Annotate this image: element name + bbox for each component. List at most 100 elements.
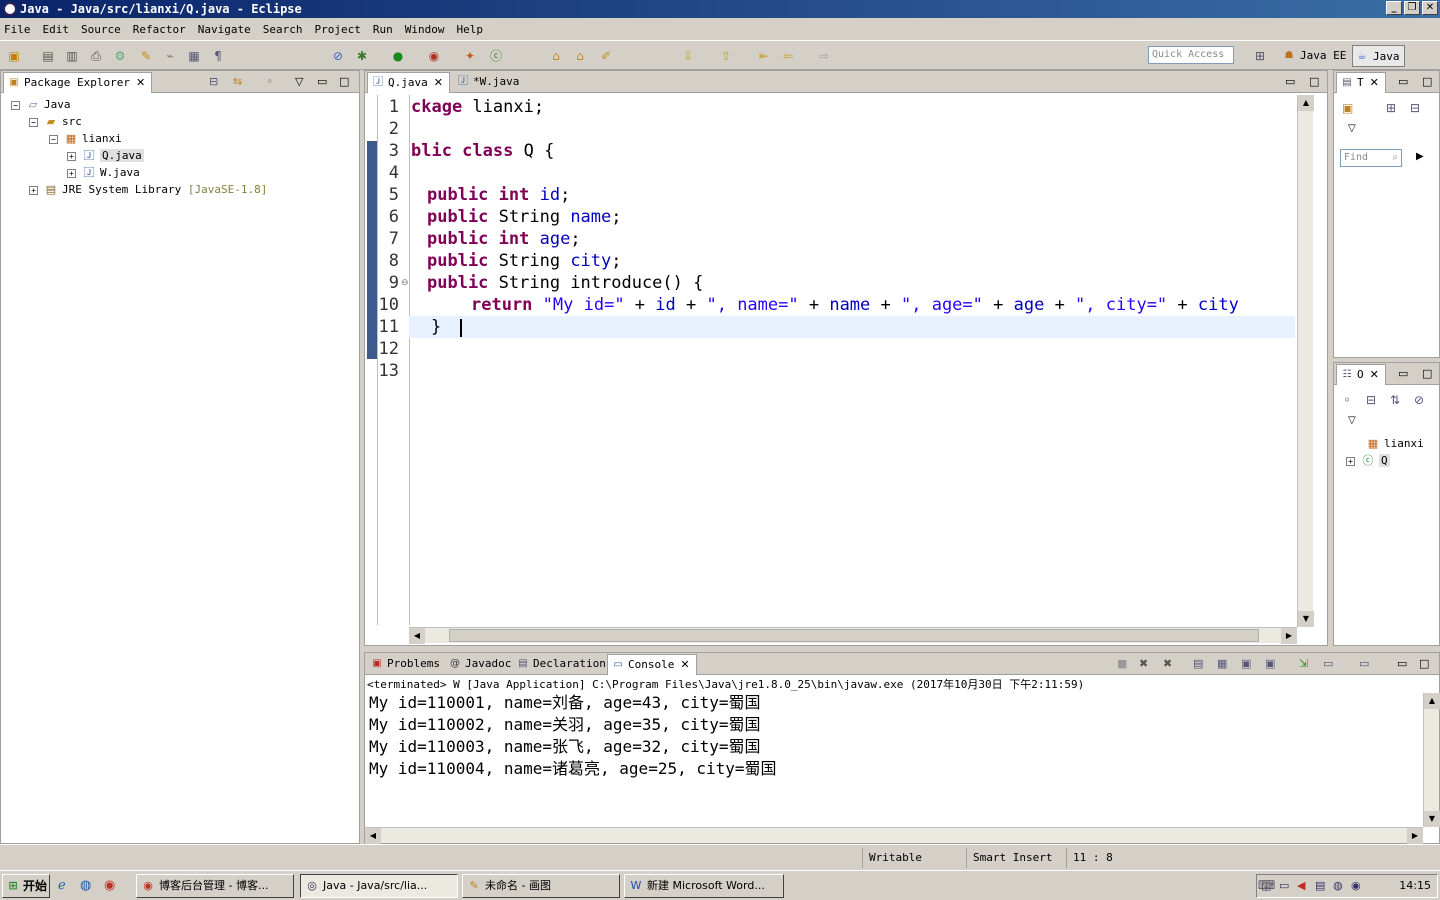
tab-console[interactable]: ▭ Console ✕ [607, 654, 697, 675]
toggle-breadcrumb-icon[interactable]: ⌁ [162, 48, 178, 64]
new-class-icon[interactable]: ⓒ [488, 48, 504, 64]
volume-icon[interactable]: ◀ [1297, 879, 1305, 892]
menu-source[interactable]: Source [81, 23, 121, 36]
show-on-error-icon[interactable]: ▣ [1265, 657, 1275, 670]
collapse-all-icon[interactable]: ⊟ [1366, 393, 1376, 407]
hide-fields-icon[interactable]: ⊘ [1414, 393, 1424, 407]
perspective-java[interactable]: ☕ Java [1352, 45, 1405, 67]
console-horizontal-scrollbar[interactable]: ◀ ▶ [365, 827, 1423, 844]
categorized-icon[interactable]: ⊞ [1386, 101, 1396, 115]
print-icon[interactable]: ⎙ [88, 48, 104, 64]
device-icon[interactable]: ▤ [1315, 879, 1325, 892]
editor-horizontal-scrollbar[interactable]: ◀ ▶ [409, 627, 1297, 644]
menu-navigate[interactable]: Navigate [198, 23, 251, 36]
menu-search[interactable]: Search [263, 23, 303, 36]
tree-item-java[interactable]: − ▱ Java [11, 96, 71, 113]
new-icon[interactable]: ▣ [6, 48, 22, 64]
tab-problems[interactable]: ▣ Problems [367, 654, 446, 675]
back-icon[interactable]: ⇦ [780, 48, 796, 64]
maximize-view-icon[interactable]: □ [339, 75, 349, 88]
tab-q-java[interactable]: 🄹 Q.java ✕ [367, 72, 450, 93]
minimize-view-icon[interactable]: ▭ [1398, 367, 1408, 380]
toggle-mark-icon[interactable]: ✎ [138, 48, 154, 64]
restore-button[interactable]: ❐ [1404, 1, 1420, 15]
remove-launch-icon[interactable]: ✖ [1139, 657, 1148, 670]
tab-w-java[interactable]: 🄹 *W.java [453, 72, 525, 93]
task-paint[interactable]: ✎ 未命名 - 画图 [462, 874, 620, 898]
run-icon[interactable]: ● [390, 48, 406, 64]
security-icon[interactable]: ◍ [1333, 879, 1343, 892]
next-annotation-icon[interactable]: ⇩ [680, 48, 696, 64]
view-menu-icon[interactable]: ▽ [1348, 415, 1356, 426]
display-console-icon[interactable]: ▭ [1323, 657, 1333, 670]
show-whitespace-icon[interactable]: ¶ [210, 48, 226, 64]
menu-refactor[interactable]: Refactor [133, 23, 186, 36]
tree-item-jre-library[interactable]: + ▤ JRE System Library [JavaSE-1.8] [29, 181, 267, 198]
maximize-view-icon[interactable]: □ [1419, 657, 1429, 670]
quick-access-input[interactable]: Quick Access [1148, 46, 1234, 64]
scroll-lock-icon[interactable]: ▦ [1217, 657, 1227, 670]
task-blog-admin[interactable]: ◉ 博客后台管理 - 博客... [136, 874, 294, 898]
clear-console-icon[interactable]: ▤ [1193, 657, 1203, 670]
search-icon[interactable]: ✐ [598, 48, 614, 64]
focus-icon[interactable]: ⚬ [1342, 393, 1352, 407]
menu-project[interactable]: Project [314, 23, 360, 36]
minimize-view-icon[interactable]: ▭ [1398, 75, 1408, 88]
tree-item-w-java[interactable]: + 🄹 W.java [67, 164, 140, 181]
view-menu-icon[interactable]: ▽ [295, 75, 303, 88]
task-eclipse[interactable]: ◎ Java - Java/src/lia... [300, 874, 458, 898]
focus-icon[interactable]: ⚬ [265, 75, 274, 88]
tab-declaration[interactable]: ▤ Declaration [513, 654, 612, 675]
tab-javadoc[interactable]: @ Javadoc [445, 654, 517, 675]
minimize-view-icon[interactable]: ▭ [1285, 75, 1295, 88]
open-type-icon[interactable]: ⌂ [548, 48, 564, 64]
start-button[interactable]: ⊞ 开始 [2, 874, 50, 898]
view-menu-icon[interactable]: ▽ [1348, 123, 1356, 134]
skip-breakpoints-icon[interactable]: ⊘ [330, 48, 346, 64]
minimize-view-icon[interactable]: ▭ [1397, 657, 1407, 670]
minimize-button[interactable]: _ [1386, 1, 1402, 15]
task-word[interactable]: W 新建 Microsoft Word... [624, 874, 784, 898]
chrome-icon[interactable]: ◉ [104, 878, 115, 893]
monitor-icon[interactable]: ▭ [1279, 879, 1289, 892]
chevron-right-icon[interactable]: ▶ [1416, 151, 1424, 162]
menu-window[interactable]: Window [405, 23, 445, 36]
save-icon[interactable]: ▤ [40, 48, 56, 64]
tab-task-list[interactable]: ▤ T ✕ [1336, 72, 1386, 93]
console-vertical-scrollbar[interactable]: ▲ ▼ [1423, 693, 1440, 827]
open-perspective-icon[interactable]: ⊞ [1252, 48, 1268, 64]
menu-help[interactable]: Help [456, 23, 483, 36]
tree-item-q-java[interactable]: + 🄹 Q.java [67, 147, 144, 164]
sort-icon[interactable]: ⇅ [1390, 393, 1400, 407]
last-edit-icon[interactable]: ⇤ [756, 48, 772, 64]
forward-icon[interactable]: ⇨ [816, 48, 832, 64]
show-on-output-icon[interactable]: ▣ [1241, 657, 1251, 670]
new-task-icon[interactable]: ▣ [1342, 101, 1353, 115]
maximize-view-icon[interactable]: □ [1422, 75, 1432, 88]
outline-item-package[interactable]: ▦ lianxi [1366, 435, 1424, 452]
minimize-view-icon[interactable]: ▭ [317, 75, 327, 88]
open-console-icon[interactable]: ▭ [1359, 657, 1369, 670]
remove-all-icon[interactable]: ✖ [1163, 657, 1172, 670]
close-button[interactable]: ✕ [1422, 1, 1438, 15]
open-task-icon[interactable]: ⌂ [572, 48, 588, 64]
block-selection-icon[interactable]: ▦ [186, 48, 202, 64]
menu-run[interactable]: Run [373, 23, 393, 36]
perspective-java-ee[interactable]: ☗ Java EE [1280, 45, 1350, 67]
new-package-icon[interactable]: ✦ [462, 48, 478, 64]
maximize-view-icon[interactable]: □ [1422, 367, 1432, 380]
debug-config-icon[interactable]: ⚙ [112, 48, 128, 64]
tree-item-src[interactable]: − ▰ src [29, 113, 82, 130]
maximize-view-icon[interactable]: □ [1309, 75, 1319, 88]
scheduled-icon[interactable]: ⊟ [1410, 101, 1420, 115]
find-input[interactable]: Find ⌕ [1340, 149, 1402, 167]
external-tools-icon[interactable]: ◉ [426, 48, 442, 64]
tree-item-lianxi[interactable]: − ▦ lianxi [49, 130, 122, 147]
editor-vertical-scrollbar[interactable]: ▲ ▼ [1297, 95, 1314, 627]
pin-console-icon[interactable]: ⇲ [1299, 657, 1308, 670]
ie-icon[interactable]: ℯ [58, 878, 66, 893]
debug-icon[interactable]: ✱ [354, 48, 370, 64]
browser-icon[interactable]: ◍ [80, 878, 91, 893]
menu-file[interactable]: File [4, 23, 31, 36]
save-all-icon[interactable]: ▥ [64, 48, 80, 64]
